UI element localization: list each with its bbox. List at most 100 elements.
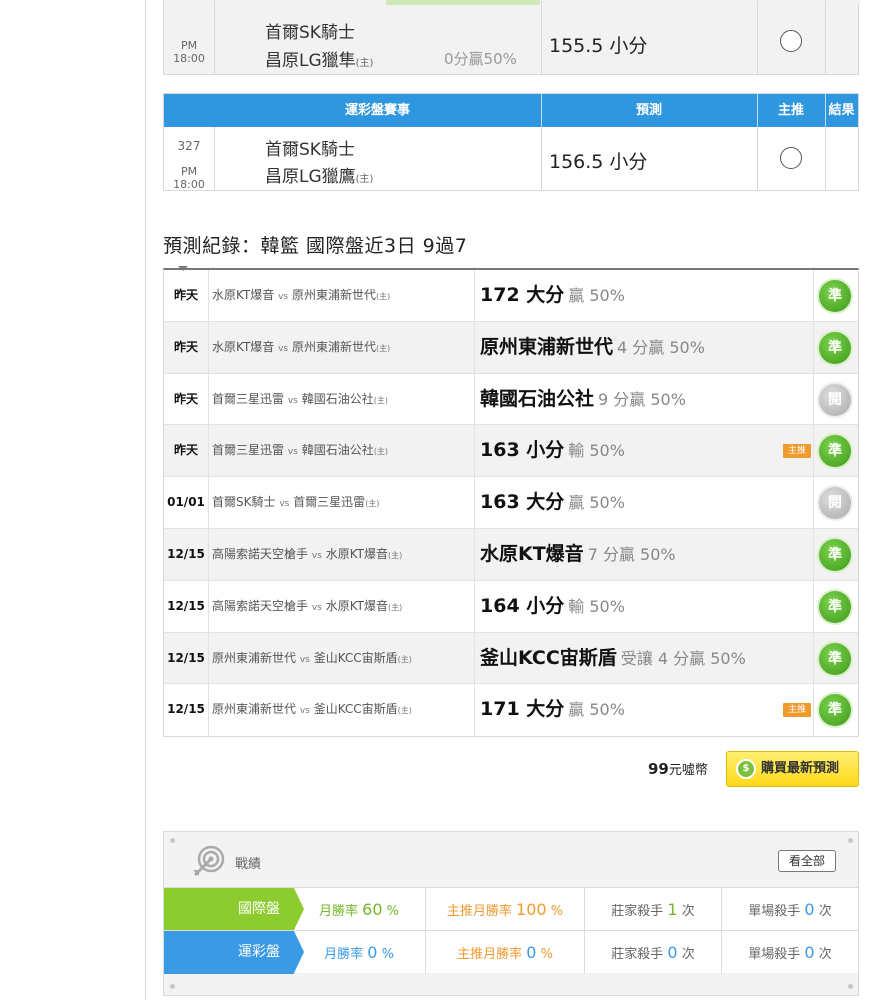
pick-main: 164 小分 — [480, 594, 565, 617]
pick-sub: 輸 50% — [568, 441, 625, 461]
record-pick: 釜山KCC宙斯盾 受讓 4 分贏 50% — [480, 633, 810, 684]
team-2: 釜山KCC宙斯盾 — [313, 650, 398, 665]
divider — [208, 321, 209, 373]
divider — [813, 321, 814, 373]
divider — [813, 580, 814, 632]
team-2: 首爾三星迅雷 — [293, 495, 366, 510]
row-label-text: 運彩盤 — [238, 944, 280, 960]
divider — [474, 684, 475, 737]
host-mark: (主) — [355, 174, 374, 185]
record-row: 01/01 首爾SK騎士 vs 首爾三星迅雷(主) 163 大分贏 50% 閱 — [164, 477, 858, 529]
record-date: 12/15 — [167, 702, 205, 717]
divider — [214, 1, 215, 74]
record-match: 首爾SK騎士 vs 首爾三星迅雷(主) — [212, 477, 474, 528]
team-1: 首爾三星迅雷 — [212, 391, 285, 406]
record-date: 01/01 — [167, 495, 205, 510]
single-value: 0 — [804, 943, 815, 962]
home-team: 首爾SK騎士 — [265, 140, 355, 160]
divider — [208, 373, 209, 425]
divider — [474, 580, 475, 632]
view-all-button[interactable]: 看全部 — [778, 850, 836, 872]
banker-value: 0 — [667, 943, 678, 962]
divider — [208, 632, 209, 684]
vs-label: vs — [287, 395, 298, 406]
price-amount: 99 — [648, 760, 669, 778]
team-1: 水原KT爆音 — [212, 339, 275, 354]
main-label: 主推月勝率 — [446, 904, 512, 919]
vs-label: vs — [311, 602, 322, 613]
single-killer: 單場殺手 0 次 — [722, 931, 858, 974]
record-heading: 預測紀錄：韓籃 國際盤近3日 9過7 — [163, 235, 468, 257]
record-pick: 韓國石油公社 9 分贏 50% — [480, 374, 810, 425]
monthly-value: 60 — [362, 900, 383, 919]
away-team: 昌原LG獵鷹(主) — [265, 162, 373, 187]
header-result: 結果 — [828, 103, 855, 118]
team-1: 高陽索諾天空槍手 — [212, 598, 309, 613]
host-mark: (主) — [375, 292, 391, 301]
record-date: 12/15 — [167, 546, 205, 561]
result-icon: 準 — [819, 435, 851, 468]
pick-main: 原州東浦新世代 — [480, 335, 614, 358]
result-icon: 準 — [819, 590, 851, 623]
team-1: 首爾SK騎士 — [212, 495, 276, 510]
monthly-win-rate: 月勝率 60 % — [294, 888, 424, 931]
banker-label: 莊家殺手 — [611, 904, 664, 919]
single-label: 單場殺手 — [748, 947, 801, 962]
result-icon: 準 — [819, 642, 851, 675]
divider — [474, 321, 475, 373]
divider — [813, 632, 814, 684]
pick-sub: 輸 50% — [568, 596, 625, 616]
team-1: 高陽索諾天空槍手 — [212, 546, 309, 561]
host-mark: (主) — [397, 706, 412, 716]
main-pick-radio[interactable] — [780, 147, 802, 169]
record-pick: 原州東浦新世代 4 分贏 50% — [480, 322, 810, 373]
left-sidebar — [0, 0, 146, 1000]
record-match: 高陽索諾天空槍手 vs 水原KT爆音(主) — [212, 529, 474, 580]
vs-label: vs — [299, 706, 310, 717]
page: PM 18:00 首爾SK騎士 昌原LG獵隼(主) 0分贏50% 155.5 小… — [0, 0, 886, 1000]
record-pick: 水原KT爆音 7 分贏 50% — [480, 529, 810, 580]
unit: % — [550, 904, 564, 919]
record-date: 昨天 — [173, 288, 198, 302]
host-mark: (主) — [373, 447, 388, 457]
home-team: 首爾SK騎士 — [265, 23, 355, 43]
divider — [813, 477, 814, 528]
record-match: 首爾三星迅雷 vs 韓國石油公社(主) — [212, 425, 474, 476]
divider — [813, 684, 814, 737]
buy-prediction-button[interactable]: $ 購買最新預測 — [726, 751, 859, 787]
unit: 次 — [681, 904, 695, 919]
match-number: 327 — [177, 139, 201, 153]
pick-main: 水原KT爆音 — [480, 542, 584, 565]
divider — [208, 270, 209, 321]
single-value: 0 — [804, 900, 815, 919]
divider — [208, 477, 209, 528]
result-icon: 閱 — [819, 487, 851, 520]
record-date: 昨天 — [173, 443, 198, 458]
divider — [214, 127, 215, 190]
corner-dot — [848, 838, 853, 843]
away-team-name: 昌原LG獵鷹 — [265, 167, 356, 187]
divider — [208, 684, 209, 737]
divider — [813, 270, 814, 321]
team-1: 原州東浦新世代 — [212, 650, 297, 665]
host-mark: (主) — [373, 395, 388, 405]
host-mark: (主) — [375, 343, 391, 353]
pick-main: 171 大分 — [480, 698, 565, 721]
main-pick-radio[interactable] — [780, 30, 802, 52]
divider — [208, 528, 209, 580]
coin-icon: $ — [736, 759, 756, 779]
header-prediction: 預測 — [635, 103, 662, 118]
lottery-table-header: 運彩盤賽事 預測 主推 結果 — [164, 94, 858, 127]
divider — [474, 425, 475, 477]
away-team: 昌原LG獵隼(主) — [265, 46, 373, 71]
record-row: 昨天 首爾三星迅雷 vs 韓國石油公社(主) 163 小分輸 50% 主推準 — [164, 425, 858, 478]
divider — [474, 632, 475, 684]
pick-main: 韓國石油公社 — [480, 387, 595, 410]
team-2: 水原KT爆音 — [325, 598, 388, 613]
record-row: 昨天 水原KT爆音 vs 原州東浦新世代(主) 172 大分贏 50% 準 — [164, 270, 858, 322]
main-pick-badge: 主推 — [783, 703, 811, 718]
team-1: 原州東浦新世代 — [212, 702, 297, 717]
away-team-name: 昌原LG獵隼 — [265, 51, 356, 71]
record-row: 昨天 首爾三星迅雷 vs 韓國石油公社(主) 韓國石油公社 9 分贏 50% 閱 — [164, 373, 858, 426]
vs-label: vs — [311, 550, 322, 561]
